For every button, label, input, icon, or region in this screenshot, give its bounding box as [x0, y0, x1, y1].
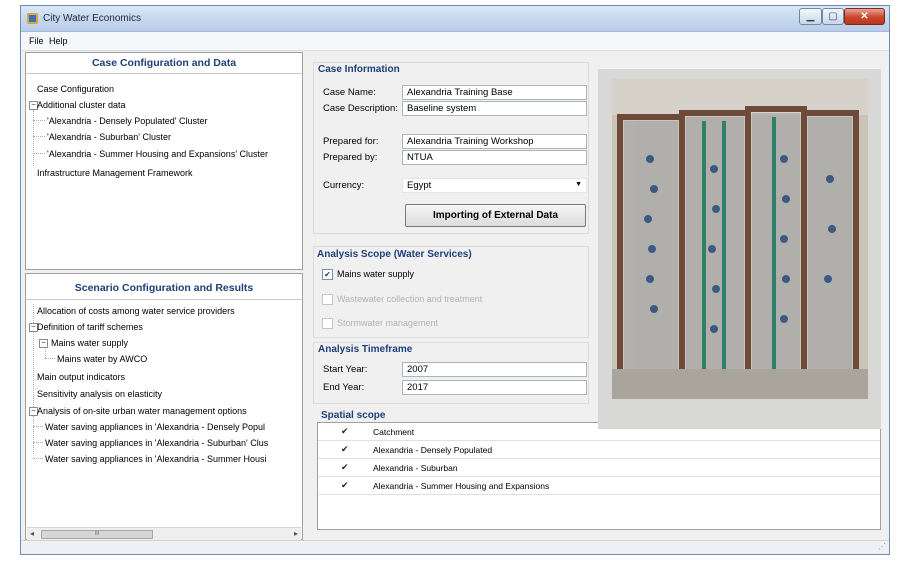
maximize-button[interactable]: ▢ [822, 8, 844, 25]
case-config-tree: Case Configuration − Additional cluster … [26, 73, 302, 271]
tree-connector [33, 442, 43, 443]
scenario-title: Scenario Configuration and Results [74, 282, 254, 294]
row-label: Alexandria - Suburban [373, 463, 458, 473]
horizontal-scrollbar[interactable]: ◂ III ▸ [27, 527, 301, 540]
close-button[interactable]: ✕ [844, 8, 885, 25]
prepared-for-field[interactable]: Alexandria Training Workshop [402, 134, 587, 149]
timeframe-title: Analysis Timeframe [318, 344, 413, 355]
tree-item-allocation[interactable]: Allocation of costs among water service … [37, 306, 235, 316]
case-description-label: Case Description: [323, 103, 398, 114]
stormwater-checkbox[interactable] [322, 318, 333, 329]
tree-item-sensitivity[interactable]: Sensitivity analysis on elasticity [37, 389, 162, 399]
import-external-data-button[interactable]: Importing of External Data [405, 204, 586, 227]
tree-item-additional-cluster-data[interactable]: Additional cluster data [37, 100, 126, 110]
photo-illustration [598, 69, 881, 429]
minimize-button[interactable]: ▁ [799, 8, 822, 25]
stormwater-label: Stormwater management [337, 318, 439, 328]
tree-connector [33, 120, 45, 121]
menu-help[interactable]: Help [49, 36, 68, 46]
case-description-field[interactable]: Baseline system [402, 101, 587, 116]
table-row[interactable]: ✔ Alexandria - Summer Housing and Expans… [318, 477, 880, 495]
tree-item-case-configuration[interactable]: Case Configuration [37, 84, 114, 94]
row-label: Catchment [373, 427, 415, 437]
tree-item-cluster-summer[interactable]: 'Alexandria - Summer Housing and Expansi… [47, 149, 268, 159]
case-config-panel: Case Configuration and Data Case Configu… [25, 52, 303, 270]
case-info-title: Case Information [318, 64, 400, 75]
menu-file[interactable]: File [29, 36, 44, 46]
tree-item-tariff-schemes[interactable]: Definition of tariff schemes [37, 322, 143, 332]
collapse-icon[interactable]: − [39, 339, 48, 348]
scenario-panel: Scenario Configuration and Results Alloc… [25, 273, 303, 540]
scenario-tree: Allocation of costs among water service … [26, 299, 302, 541]
tree-connector [45, 349, 46, 358]
tree-connector [33, 153, 45, 154]
currency-value: Egypt [407, 180, 432, 191]
menu-bar: File Help [21, 32, 889, 51]
start-year-label: Start Year: [323, 364, 368, 375]
resize-grip-icon[interactable]: ⋰ [878, 542, 886, 551]
dropdown-arrow-icon[interactable]: ▼ [575, 181, 582, 188]
tree-item-mains-water-awco[interactable]: Mains water by AWCO [57, 354, 147, 364]
tree-item-onsite-analysis[interactable]: Analysis of on-site urban water manageme… [37, 406, 247, 416]
spatial-scope-title: Spatial scope [321, 410, 386, 421]
row-checkbox[interactable]: ✔ [341, 462, 349, 473]
row-checkbox[interactable]: ✔ [341, 444, 349, 455]
analysis-scope-title: Analysis Scope (Water Services) [317, 249, 472, 260]
window-title: City Water Economics [43, 13, 141, 24]
water-meters-photo [598, 69, 881, 429]
wastewater-checkbox[interactable] [322, 294, 333, 305]
tree-connector [33, 110, 34, 166]
prepared-for-label: Prepared for: [323, 136, 379, 147]
table-row[interactable]: ✔ Alexandria - Suburban [318, 459, 880, 477]
tree-connector [33, 426, 43, 427]
tree-item-cluster-suburban[interactable]: 'Alexandria - Suburban' Cluster [47, 132, 171, 142]
tree-item-cluster-densely[interactable]: 'Alexandria - Densely Populated' Cluster [47, 116, 208, 126]
wastewater-label: Wastewater collection and treatment [337, 294, 483, 304]
scrollbar-thumb[interactable]: III [41, 530, 153, 539]
prepared-by-label: Prepared by: [323, 152, 378, 163]
mains-water-checkbox[interactable]: ✔ [322, 269, 333, 280]
tree-item-output-indicators[interactable]: Main output indicators [37, 372, 125, 382]
table-row[interactable]: ✔ Alexandria - Densely Populated [318, 441, 880, 459]
tree-connector [33, 136, 45, 137]
prepared-by-field[interactable]: NTUA [402, 150, 587, 165]
case-name-field[interactable]: Alexandria Training Base [402, 85, 587, 100]
tree-connector [33, 416, 34, 454]
scroll-right-icon[interactable]: ▸ [294, 529, 298, 538]
tree-item-appliances-summer[interactable]: Water saving appliances in 'Alexandria -… [45, 454, 266, 464]
end-year-field[interactable]: 2017 [402, 380, 587, 395]
currency-label: Currency: [323, 180, 365, 191]
tree-item-appliances-densely[interactable]: Water saving appliances in 'Alexandria -… [45, 422, 265, 432]
tree-connector [45, 358, 55, 359]
tree-item-mains-water-supply[interactable]: Mains water supply [51, 338, 128, 348]
scroll-left-icon[interactable]: ◂ [30, 529, 34, 538]
row-label: Alexandria - Summer Housing and Expansio… [373, 481, 550, 491]
case-config-title: Case Configuration and Data [91, 57, 237, 69]
tree-item-infrastructure[interactable]: Infrastructure Management Framework [37, 168, 193, 178]
tree-connector [33, 458, 43, 459]
currency-select[interactable]: Egypt ▼ [402, 178, 587, 193]
row-checkbox[interactable]: ✔ [341, 426, 349, 437]
app-window: City Water Economics ▁ ▢ ✕ File Help Cas… [20, 5, 890, 555]
status-bar: ⋰ [21, 540, 889, 554]
tree-connector [33, 304, 34, 411]
row-checkbox[interactable]: ✔ [341, 480, 349, 491]
tree-item-appliances-suburban[interactable]: Water saving appliances in 'Alexandria -… [45, 438, 268, 448]
end-year-label: End Year: [323, 382, 365, 393]
app-icon [27, 13, 38, 24]
title-bar: City Water Economics ▁ ▢ ✕ [21, 6, 889, 32]
spatial-scope-table: ✔ Catchment ✔ Alexandria - Densely Popul… [317, 422, 881, 530]
row-label: Alexandria - Densely Populated [373, 445, 493, 455]
start-year-field[interactable]: 2007 [402, 362, 587, 377]
mains-water-label: Mains water supply [337, 269, 415, 279]
case-name-label: Case Name: [323, 87, 376, 98]
